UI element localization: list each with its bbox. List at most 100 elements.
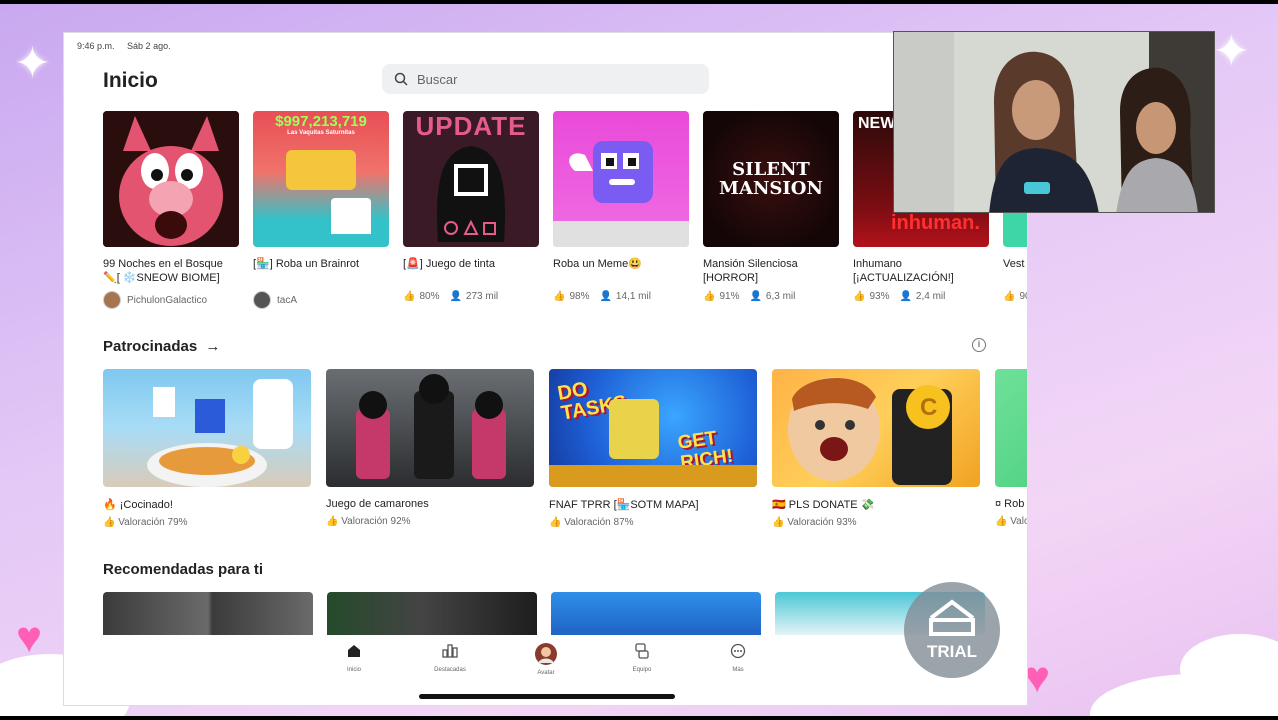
game-thumbnail: DO TASKS GET RICH! [549, 369, 757, 487]
game-title: Juego de camarones [326, 498, 429, 510]
game-rating: Valoración 92% [341, 516, 411, 527]
game-title: [🏪] Roba un Brainrot [253, 258, 360, 270]
creator-name[interactable]: tacA [277, 295, 297, 306]
recommended-title: Recomendadas para ti [103, 561, 264, 578]
sponsored-tile[interactable]: DO TASKS GET RICH! FNAF TPRR [🏪SOTM MAPA… [549, 369, 757, 528]
webcam-overlay [893, 31, 1215, 213]
nav-home[interactable]: Inicio [324, 643, 384, 673]
sponsored-title: Patrocinadas [103, 338, 198, 355]
player-count: 273 mil [465, 291, 499, 302]
nav-more[interactable]: Más [708, 643, 768, 673]
player-count: 14,1 mil [615, 291, 651, 302]
game-rating: Valoración 93% [787, 517, 857, 528]
game-thumbnail[interactable] [551, 592, 761, 636]
game-title: [🚨] Juego de tinta [403, 258, 495, 270]
nav-label: Inicio [346, 667, 361, 673]
avatar-icon [535, 643, 557, 665]
game-rating: 90 [1019, 291, 1027, 302]
creator-avatar [103, 291, 121, 309]
search-input[interactable]: Buscar [382, 64, 709, 94]
game-rating: Valoración 87% [564, 517, 634, 528]
game-title: 🔥 ¡Cocinado! [103, 499, 173, 511]
game-thumbnail: $997,213,719 Las Vaquitas Saturnitas [253, 111, 389, 247]
thumbs-up-icon: 👍 [549, 517, 565, 528]
search-icon [394, 72, 408, 86]
thumbs-up-icon: 👍 [326, 516, 342, 527]
trial-watermark: TRIAL [904, 582, 1000, 678]
bottom-navigation: Inicio Destacadas Avatar Equipo Más [64, 635, 1027, 685]
game-thumbnail [326, 369, 534, 487]
game-rating: Valo [1010, 516, 1028, 527]
game-thumbnail [103, 111, 239, 247]
game-tile[interactable]: Roba un Meme😃 👍 98% 👤 14,1 mil [553, 111, 689, 309]
sponsored-tile[interactable]: 🔥 ¡Cocinado! 👍 Valoración 79% [103, 369, 311, 528]
thumbnail-caption: UPDATE [415, 111, 527, 141]
game-thumbnail: C [772, 369, 980, 487]
creator-name[interactable]: PichulonGalactico [127, 295, 207, 306]
thumbs-up-icon: 👍 [403, 291, 416, 302]
game-tile[interactable]: UPDATE [🚨] Juego de tinta 👍 80% 👤 273 mil [403, 111, 539, 309]
arrow-right-icon: → [205, 338, 221, 355]
status-bar: 9:46 p.m. Sáb 2 ago. [77, 41, 181, 51]
thumbs-up-icon: 👍 [772, 517, 788, 528]
games-row: 99 Noches en el Bosque ✏️[ ❄️SNEOW BIOME… [103, 111, 1027, 309]
game-thumbnail[interactable] [103, 592, 313, 636]
nav-party[interactable]: Equipo [612, 643, 672, 673]
recommended-row [103, 592, 999, 636]
nav-avatar[interactable]: Avatar [516, 643, 576, 676]
status-time: 9:46 p.m. [77, 41, 115, 51]
game-tile[interactable]: $997,213,719 Las Vaquitas Saturnitas [🏪]… [253, 111, 389, 309]
home-icon [348, 645, 360, 657]
players-icon: 👤 [749, 291, 762, 302]
game-title: Roba un Meme😃 [553, 258, 642, 270]
thumbs-up-icon: 👍 [103, 517, 119, 528]
game-rating: Valoración 79% [118, 517, 188, 528]
game-thumbnail [103, 369, 311, 487]
game-title: Vest impr [1003, 258, 1027, 270]
sponsored-tile[interactable]: ¤ Rob 👍 Valo [995, 369, 1028, 528]
search-placeholder: Buscar [417, 71, 458, 87]
nav-label: Avatar [537, 670, 555, 676]
nav-label: Más [732, 667, 744, 673]
game-thumbnail[interactable] [327, 592, 537, 636]
game-title: 🇪🇸 PLS DONATE 💸 [772, 499, 875, 511]
players-icon: 👤 [599, 291, 612, 302]
sponsored-tile[interactable]: Juego de camarones 👍 Valoración 92% [326, 369, 534, 528]
players-icon: 👤 [899, 291, 912, 302]
game-rating: 91% [719, 291, 740, 302]
svg-text:C: C [920, 394, 937, 421]
game-rating: 80% [419, 291, 440, 302]
thumbnail-caption: NEW [858, 115, 896, 132]
players-icon: 👤 [449, 291, 462, 302]
nav-charts[interactable]: Destacadas [420, 643, 480, 673]
game-title: FNAF TPRR [🏪SOTM MAPA] [549, 499, 699, 511]
game-title: Inhumano [¡ACTUALIZACIÓN!] [853, 258, 954, 284]
game-tile[interactable]: SILENT MANSION Mansión Silenciosa [HORRO… [703, 111, 839, 309]
sponsored-row: 🔥 ¡Cocinado! 👍 Valoración 79% Juego de c… [103, 369, 1028, 528]
sponsored-header[interactable]: Patrocinadas → [103, 338, 220, 355]
game-title: Mansión Silenciosa [HORROR] [703, 258, 798, 284]
creator-avatar [253, 291, 271, 309]
game-thumbnail [995, 369, 1027, 487]
game-tile[interactable]: 99 Noches en el Bosque ✏️[ ❄️SNEOW BIOME… [103, 111, 239, 309]
upload-icon [929, 599, 975, 636]
game-thumbnail [553, 111, 689, 247]
thumbnail-caption: SILENT MANSION [719, 159, 823, 199]
stream-overlay-background: ✦ ✦ ♥ ♥ ✦ 9:46 p.m. Sáb 2 ago. Inicio Bu… [0, 4, 1278, 716]
thumbnail-caption: $997,213,719 [275, 113, 367, 130]
more-icon [730, 643, 746, 659]
game-rating: 93% [869, 291, 890, 302]
home-indicator[interactable] [419, 694, 675, 699]
info-icon[interactable]: i [972, 338, 986, 352]
game-thumbnail: UPDATE [403, 111, 539, 247]
sparkle-icon: ✦ [1213, 27, 1250, 76]
thumbs-up-icon: 👍 [1003, 291, 1016, 302]
game-rating: 98% [569, 291, 590, 302]
sponsored-tile[interactable]: C 🇪🇸 PLS DONATE 💸 👍 Valoración 93% [772, 369, 980, 528]
thumbnail-subcaption: Las Vaquitas Saturnitas [287, 130, 355, 136]
heart-icon: ♥ [16, 613, 43, 662]
game-title: 99 Noches en el Bosque ✏️[ ❄️SNEOW BIOME… [103, 258, 223, 284]
player-count: 2,4 mil [915, 291, 946, 302]
page-title: Inicio [103, 69, 158, 92]
nav-label: Destacadas [434, 667, 466, 673]
